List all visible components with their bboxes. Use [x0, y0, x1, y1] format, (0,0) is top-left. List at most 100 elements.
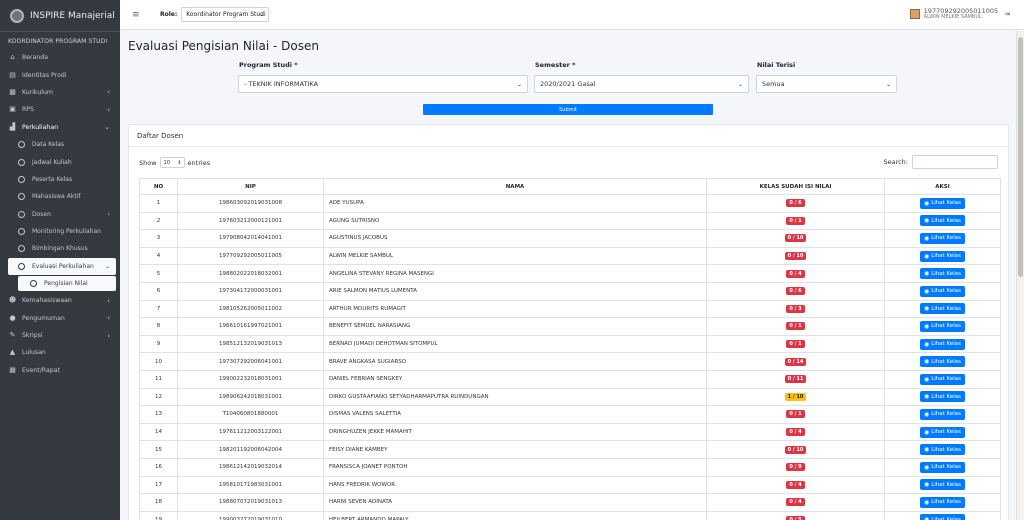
lihat-kelas-button[interactable]: ◉ Lihat Kelas [919, 356, 966, 368]
chevron-left-icon: ‹ [107, 331, 110, 340]
cell-kelas: 0 / 9 [706, 457, 885, 477]
sidebar-item-perkuliahan[interactable]: ▟ Perkuliahan ⌄ [0, 119, 120, 136]
sidebar-sub-peserta-kelas[interactable]: Peserta Kelas [0, 171, 120, 188]
circle-icon [18, 141, 25, 149]
scroll-thumb[interactable] [1018, 37, 1023, 277]
lihat-kelas-button[interactable]: ◉ Lihat Kelas [919, 496, 966, 508]
home-icon: ⌂ [10, 53, 15, 62]
sidebar-item-beranda[interactable]: ⌂ Beranda [0, 49, 120, 66]
sidebar-header: KOORDINATOR PROGRAM STUDI [8, 38, 108, 45]
cell-nip: 198603092019031008 [177, 194, 324, 213]
lihat-kelas-button[interactable]: ◉ Lihat Kelas [919, 320, 966, 332]
lihat-kelas-button[interactable]: ◉ Lihat Kelas [919, 479, 966, 491]
cell-nip: 195810171983031001 [177, 475, 324, 495]
cell-kelas: 0 / 10 [706, 440, 885, 459]
table-row: 14 197611212003122001 DRINGHUZEN JEKKE MAM… [139, 422, 1001, 442]
submit-button[interactable]: Submit [423, 104, 713, 115]
eye-icon: ◉ [923, 305, 930, 313]
sidebar-item-kemahasiswaan[interactable]: ☻ Kemahasiswaan ‹ [0, 292, 120, 309]
eye-icon: ◉ [923, 270, 930, 278]
cell-nama: ARIE SALMON MATIUS LUMENTA [323, 281, 707, 301]
col-header-no[interactable]: NO [139, 178, 178, 195]
calendar-icon: ▦ [9, 365, 16, 374]
sidebar-sub-data-kelas[interactable]: Data Kelas [0, 136, 120, 153]
sidebar-item-label: Pengumuman [22, 314, 65, 322]
sidebar-sub-dosen[interactable]: Dosen ‹ [0, 206, 120, 223]
prodi-select-value: - TEKNIK INFORMATIKA [244, 80, 319, 88]
sidebar-item-rps[interactable]: ▣ RPS ‹ [0, 101, 120, 118]
sidebar-sub-jadwal-kuliah[interactable]: Jadwal Kuliah [0, 153, 120, 170]
entries-select[interactable]: 10 ⇕ [159, 157, 185, 168]
lihat-kelas-button[interactable]: ◉ Lihat Kelas [919, 250, 966, 262]
cell-no: 2 [139, 211, 178, 231]
sidebar-sub-evaluasi[interactable]: Evaluasi Perkuliahan ⌄ [8, 257, 116, 276]
lihat-kelas-button[interactable]: ◉ Lihat Kelas [919, 268, 966, 280]
cell-aksi: ◉ Lihat Kelas [884, 229, 1001, 248]
lihat-kelas-button[interactable]: ◉ Lihat Kelas [919, 197, 966, 209]
sidebar-sub-bimbingan[interactable]: Bimbingan Khusus [0, 240, 120, 257]
col-header-nip[interactable]: NIP [177, 178, 324, 195]
sidebar-sub-mahasiswa-aktif[interactable]: Mahasiswa Aktif [0, 188, 120, 205]
logout-icon[interactable]: ⇥ [1004, 10, 1010, 18]
sidebar-item-label: RPS [22, 106, 34, 114]
lihat-kelas-label: Lihat Kelas [931, 323, 962, 330]
table-row: 2 197603212000121001 AGUNG SUTRISNO 0 / 1 ◉ L… [139, 211, 1001, 231]
circle-icon [18, 245, 25, 253]
lihat-kelas-button[interactable]: ◉ Lihat Kelas [919, 408, 966, 420]
sidebar-sub-pengisian-nilai[interactable]: Pengisian Nilai [18, 276, 116, 292]
cell-nip: 199002232018031001 [177, 369, 324, 389]
lihat-kelas-button[interactable]: ◉ Lihat Kelas [919, 461, 966, 473]
nilai-select[interactable]: Semua ⌄ [756, 75, 897, 93]
lihat-kelas-button[interactable]: ◉ Lihat Kelas [919, 232, 966, 244]
menu-icon[interactable]: ≡ [132, 10, 142, 20]
lihat-kelas-button[interactable]: ◉ Lihat Kelas [919, 514, 966, 520]
sidebar-sub-monitoring[interactable]: Monitoring Perkuliahan [0, 223, 120, 240]
status-badge: 0 / 9 [786, 463, 805, 472]
cell-kelas: 0 / 4 [706, 475, 885, 495]
status-badge: 0 / 3 [786, 304, 805, 313]
lihat-kelas-button[interactable]: ◉ Lihat Kelas [919, 391, 966, 403]
col-header-nama[interactable]: NAMA [323, 178, 707, 195]
cell-no: 16 [139, 457, 178, 477]
sidebar-item-kurikulum[interactable]: ▦ Kurikulum ‹ [0, 84, 120, 101]
brand[interactable]: INSPIRE Manajerial [0, 0, 120, 32]
cell-no: 17 [139, 475, 178, 495]
chevron-left-icon: ‹ [107, 314, 110, 323]
role-select-value: Koordinator Program Studi [186, 11, 266, 18]
cell-kelas: 0 / 1 [706, 405, 885, 424]
sidebar-item-event-rapat[interactable]: ▦ Event/Rapat [0, 362, 120, 379]
sidebar-item-lulusan[interactable]: ▲ Lulusan [0, 344, 120, 361]
chevron-left-icon: ‹ [107, 296, 110, 305]
cell-kelas: 0 / 10 [706, 229, 885, 248]
semester-select[interactable]: 2020/2021 Gasal ⌄ [534, 75, 749, 93]
sidebar-item-pengumuman[interactable]: ● Pengumuman ‹ [0, 309, 120, 326]
main-content: Evaluasi Pengisian Nilai - Dosen Program… [120, 31, 1016, 520]
lihat-kelas-button[interactable]: ◉ Lihat Kelas [919, 373, 966, 385]
lihat-kelas-label: Lihat Kelas [931, 305, 962, 312]
lihat-kelas-button[interactable]: ◉ Lihat Kelas [919, 215, 966, 227]
sidebar-sub-label: Data Kelas [32, 141, 65, 149]
cell-nama: AGUSTINUS JACOBUS [323, 229, 707, 248]
user-menu[interactable]: 197709292005011005 ALWIN MELKIE SAMBUL ⇥ [909, 8, 1010, 20]
col-header-aksi[interactable]: AKSI [884, 178, 1001, 195]
lihat-kelas-button[interactable]: ◉ Lihat Kelas [919, 426, 966, 438]
lihat-kelas-button[interactable]: ◉ Lihat Kelas [919, 303, 966, 315]
sidebar-item-skripsi[interactable]: ✎ Skripsi ‹ [0, 327, 120, 344]
role-select[interactable]: Koordinator Program Studi ⌄ [181, 7, 270, 22]
prodi-select[interactable]: - TEKNIK INFORMATIKA ⌄ [238, 75, 528, 93]
eye-icon: ◉ [923, 375, 930, 383]
lihat-kelas-button[interactable]: ◉ Lihat Kelas [919, 444, 966, 456]
search-input[interactable] [912, 155, 998, 169]
cell-no: 12 [139, 387, 178, 407]
eye-icon: ◉ [923, 498, 930, 506]
lihat-kelas-button[interactable]: ◉ Lihat Kelas [919, 285, 966, 297]
cell-aksi: ◉ Lihat Kelas [884, 510, 1001, 520]
cell-aksi: ◉ Lihat Kelas [884, 299, 1001, 319]
sidebar-item-identitas-prodi[interactable]: ▤ Identitas Prodi [0, 66, 120, 83]
eye-icon: ◉ [923, 393, 930, 401]
lihat-kelas-button[interactable]: ◉ Lihat Kelas [919, 338, 966, 350]
cell-aksi: ◉ Lihat Kelas [884, 457, 1001, 477]
semester-select-value: 2020/2021 Gasal [540, 80, 596, 88]
page-scrollbar[interactable] [1016, 31, 1024, 520]
col-header-kelas[interactable]: KELAS SUDAH ISI NILAI [706, 178, 885, 195]
